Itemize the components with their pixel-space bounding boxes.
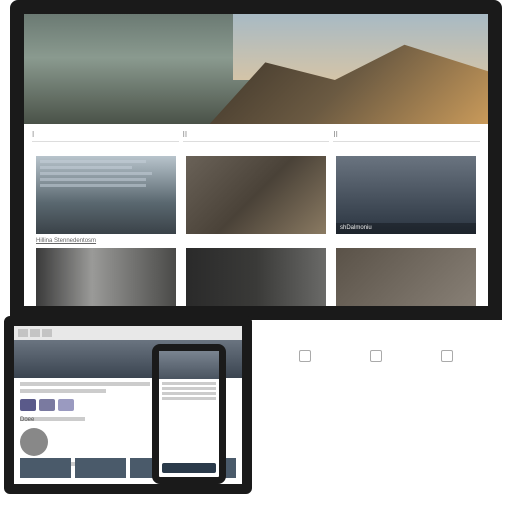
card-grid-row-1: shDalmoniu	[24, 146, 488, 244]
phone-hero	[159, 351, 219, 379]
phone-body	[159, 379, 219, 405]
avatar-circle[interactable]	[20, 428, 48, 456]
card-grid-row-2: Olmirannore lenrsonad Oonllilinost Ecabe…	[24, 244, 488, 320]
card-landscape[interactable]: shDalmoniu	[336, 156, 476, 234]
text-line	[162, 387, 216, 390]
pill-button[interactable]	[58, 399, 74, 411]
pill-button[interactable]	[20, 399, 36, 411]
text-line	[20, 382, 150, 386]
card-people-1[interactable]	[36, 248, 176, 316]
tab-1[interactable]: I	[32, 128, 179, 142]
text-line	[162, 392, 216, 395]
card-people-3[interactable]: Oonllilinost Ecabend	[336, 248, 476, 316]
tab-2[interactable]: II	[183, 128, 330, 142]
tablet-toolbar	[14, 326, 242, 340]
text-line	[162, 382, 216, 385]
phone-frame	[152, 344, 226, 484]
text-line	[162, 397, 216, 400]
action-icon-bar	[270, 350, 482, 362]
laptop-frame: I II II shDalmoniu Hillina Stennedentosm…	[10, 0, 502, 320]
thumb[interactable]	[20, 458, 71, 478]
pill-button[interactable]	[39, 399, 55, 411]
card-caption: Oonllilinost Ecabend	[427, 309, 473, 314]
more-icon[interactable]	[441, 350, 453, 362]
toolbar-button[interactable]	[42, 329, 52, 337]
text-lines	[40, 160, 172, 190]
phone-action-button[interactable]	[162, 463, 216, 473]
tab-3[interactable]: II	[333, 128, 480, 142]
text-line	[20, 389, 106, 393]
label: Doee	[20, 417, 85, 421]
card-rock[interactable]	[186, 156, 326, 234]
card-text-preview[interactable]	[36, 156, 176, 234]
thumb[interactable]	[75, 458, 126, 478]
card-people-2[interactable]: Olmirannore lenrsonad	[186, 248, 326, 316]
bookmark-icon[interactable]	[370, 350, 382, 362]
toolbar-button[interactable]	[18, 329, 28, 337]
card-caption: shDalmoniu	[336, 223, 476, 234]
tab-row: I II II	[24, 124, 488, 146]
card-caption: Olmirannore lenrsonad	[272, 309, 323, 314]
toolbar-button[interactable]	[30, 329, 40, 337]
hero-banner	[24, 14, 488, 124]
share-icon[interactable]	[299, 350, 311, 362]
